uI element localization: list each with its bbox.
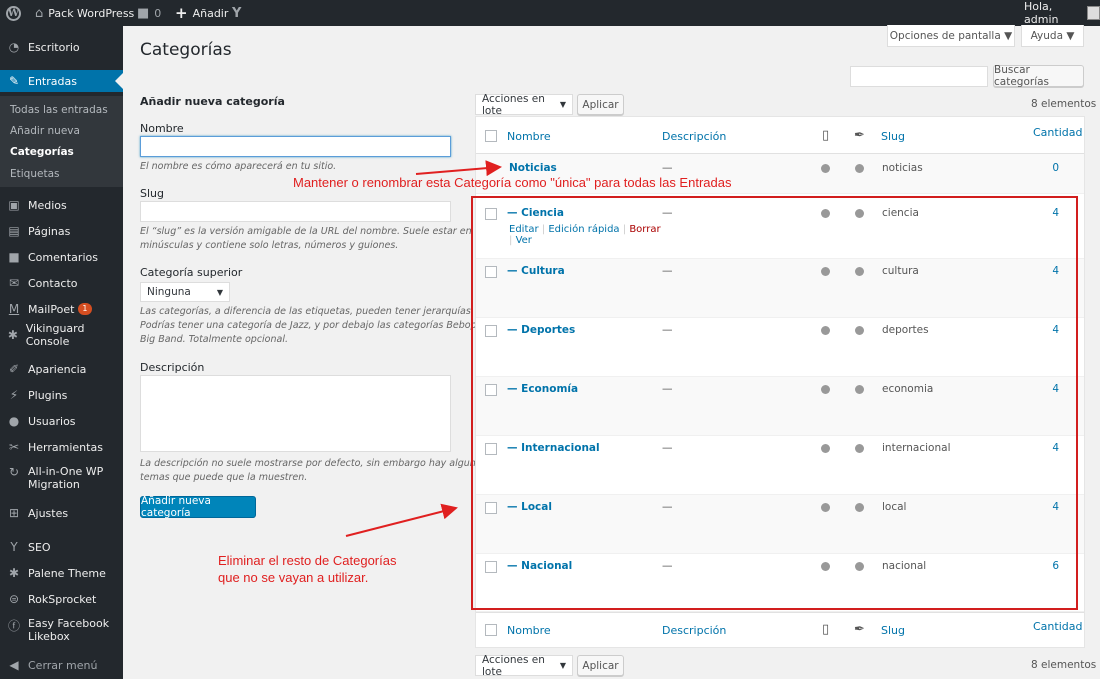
arrow-to-box bbox=[345, 503, 458, 537]
annotation-arrows bbox=[345, 160, 502, 537]
arrow-to-noticias bbox=[415, 160, 502, 177]
